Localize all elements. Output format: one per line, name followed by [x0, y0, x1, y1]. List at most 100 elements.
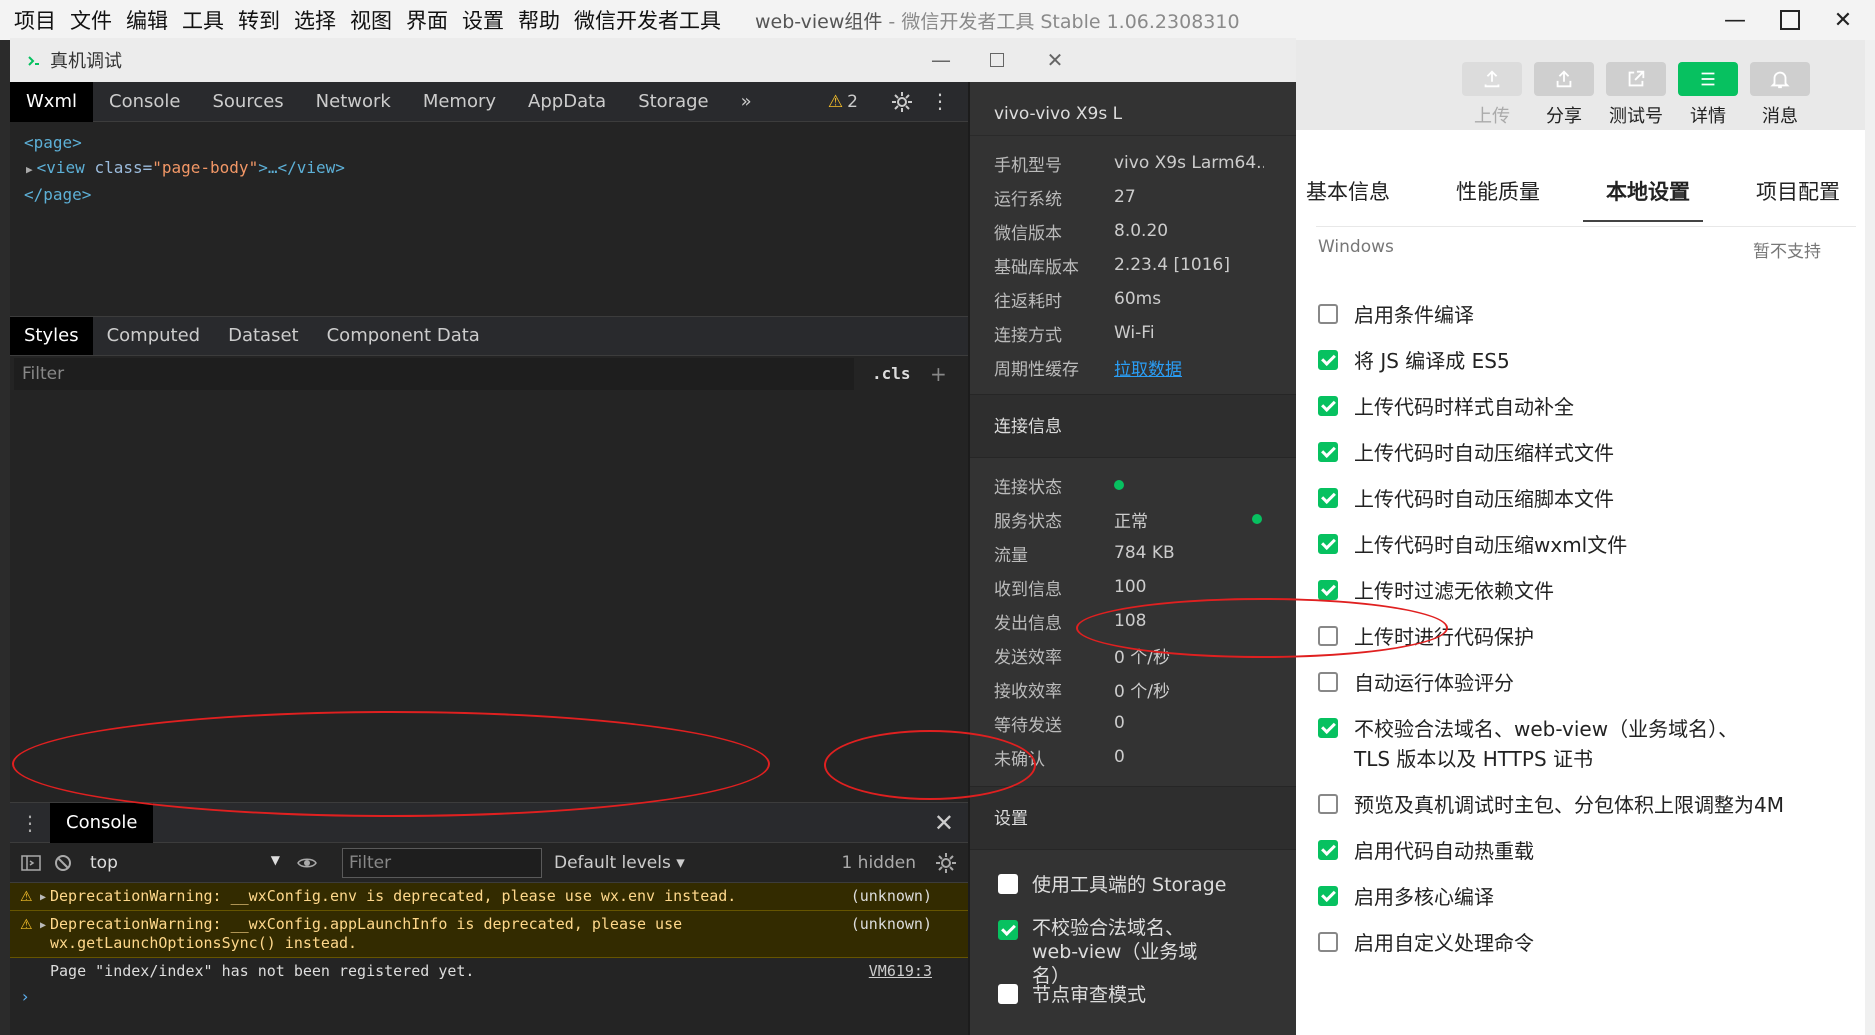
setting-style-autoprefix[interactable]: 上传代码时样式自动补全: [1318, 392, 1818, 438]
device-setting-skip-domain[interactable]: 不校验合法域名、web-view（业务域名）: [970, 916, 1210, 987]
setting-code-protect[interactable]: 上传时进行代码保护: [1318, 622, 1818, 668]
pull-data-link[interactable]: 拉取数据: [1114, 355, 1182, 380]
setting-minify-wxml[interactable]: 上传代码时自动压缩wxml文件: [1318, 530, 1818, 576]
setting-auto-audit[interactable]: 自动运行体验评分: [1318, 668, 1818, 714]
setting-hot-reload[interactable]: 启用代码自动热重载: [1318, 836, 1818, 882]
tab-styles[interactable]: Styles: [10, 317, 93, 355]
setting-skip-domain-check[interactable]: 不校验合法域名、web-view（业务域名）、TLS 版本以及 HTTPS 证书: [1318, 714, 1818, 790]
tab-local-settings[interactable]: 本地设置: [1606, 160, 1690, 220]
expand-triangle-icon[interactable]: ▶: [40, 916, 46, 935]
more-options-icon[interactable]: ⋮: [930, 91, 950, 111]
close-button[interactable]: ✕: [1815, 0, 1871, 40]
menu-interface[interactable]: 界面: [400, 5, 456, 35]
details-button[interactable]: 详情: [1678, 62, 1738, 128]
warning-counter[interactable]: ⚠ 2: [828, 82, 858, 122]
minimize-button[interactable]: —: [1707, 0, 1763, 40]
messages-button[interactable]: 消息: [1750, 62, 1810, 128]
menu-view[interactable]: 视图: [344, 5, 400, 35]
console-message-warning[interactable]: ⚠ ▶ DeprecationWarning: __wxConfig.appLau…: [10, 911, 968, 958]
checkbox[interactable]: [1318, 718, 1338, 738]
node-page-close[interactable]: </page>: [24, 182, 345, 207]
setting-es5[interactable]: 将 JS 编译成 ES5: [1318, 346, 1818, 392]
setting-conditional-compile[interactable]: 启用条件编译: [1318, 300, 1818, 346]
expand-triangle-icon[interactable]: ▶: [40, 888, 46, 907]
test-account-button[interactable]: 测试号: [1606, 62, 1666, 128]
menu-select[interactable]: 选择: [288, 5, 344, 35]
checkbox[interactable]: [1318, 840, 1338, 860]
menu-wechat-devtools[interactable]: 微信开发者工具: [568, 5, 729, 35]
drawer-tab-console[interactable]: Console: [50, 802, 154, 843]
device-setting-storage[interactable]: 使用工具端的 Storage: [970, 870, 1296, 916]
tab-network[interactable]: Network: [300, 82, 407, 122]
checkbox[interactable]: [998, 984, 1018, 1004]
setting-custom-command[interactable]: 启用自定义处理命令: [1318, 928, 1818, 974]
menu-edit[interactable]: 编辑: [120, 5, 176, 35]
setting-filter-unused[interactable]: 上传时过滤无依赖文件: [1318, 576, 1818, 622]
styles-filter-input[interactable]: Filter: [14, 358, 854, 390]
checkbox[interactable]: [1318, 580, 1338, 600]
checkbox[interactable]: [1318, 932, 1338, 952]
menu-help[interactable]: 帮助: [512, 5, 568, 35]
tab-wxml[interactable]: Wxml: [10, 81, 93, 122]
checkbox[interactable]: [998, 920, 1018, 940]
share-button[interactable]: 分享: [1534, 62, 1594, 128]
console-message-log[interactable]: Page "index/index" has not been register…: [10, 958, 968, 985]
menu-project[interactable]: 项目: [0, 5, 64, 35]
checkbox[interactable]: [1318, 442, 1338, 462]
add-rule-button[interactable]: +: [930, 358, 947, 390]
node-page-open[interactable]: <page>: [24, 130, 345, 155]
menu-goto[interactable]: 转到: [232, 5, 288, 35]
tab-sources[interactable]: Sources: [196, 82, 299, 122]
minimize-button[interactable]: —: [914, 38, 968, 82]
drawer-menu-icon[interactable]: ⋮: [10, 811, 50, 835]
checkbox[interactable]: [1318, 886, 1338, 906]
tab-dataset[interactable]: Dataset: [214, 317, 313, 355]
checkbox[interactable]: [998, 874, 1018, 894]
setting-multicore[interactable]: 启用多核心编译: [1318, 882, 1818, 928]
menu-tools[interactable]: 工具: [176, 5, 232, 35]
console-message-warning[interactable]: ⚠ ▶ DeprecationWarning: __wxConfig.env is…: [10, 883, 968, 911]
tab-basic-info[interactable]: 基本信息: [1306, 160, 1390, 220]
checkbox[interactable]: [1318, 672, 1338, 692]
tab-storage[interactable]: Storage: [622, 82, 724, 122]
setting-minify-script[interactable]: 上传代码时自动压缩脚本文件: [1318, 484, 1818, 530]
eye-icon[interactable]: [296, 852, 318, 874]
tab-appdata[interactable]: AppData: [512, 82, 622, 122]
maximize-button[interactable]: [970, 38, 1024, 82]
checkbox[interactable]: [1318, 626, 1338, 646]
log-levels-select[interactable]: Default levels ▾: [554, 853, 685, 873]
tab-project-config[interactable]: 项目配置: [1756, 160, 1840, 220]
tab-memory[interactable]: Memory: [407, 82, 512, 122]
console-filter-input[interactable]: Filter: [342, 847, 542, 878]
checkbox[interactable]: [1318, 488, 1338, 508]
tab-performance[interactable]: 性能质量: [1456, 160, 1540, 220]
gear-icon[interactable]: [890, 90, 914, 114]
console-prompt[interactable]: ›: [10, 987, 968, 1006]
tab-computed[interactable]: Computed: [93, 317, 215, 355]
setting-4m-limit[interactable]: 预览及真机调试时主包、分包体积上限调整为4M: [1318, 790, 1818, 836]
message-source-link[interactable]: VM619:3: [869, 962, 932, 981]
checkbox[interactable]: [1318, 304, 1338, 324]
menu-settings[interactable]: 设置: [456, 5, 512, 35]
expand-triangle-icon[interactable]: ▶: [26, 163, 33, 176]
scrollbar[interactable]: [1865, 40, 1875, 1035]
clear-console-icon[interactable]: [52, 852, 74, 874]
menu-file[interactable]: 文件: [64, 5, 120, 35]
close-button[interactable]: ✕: [1028, 38, 1082, 82]
maximize-button[interactable]: [1762, 0, 1818, 40]
tab-console[interactable]: Console: [93, 82, 196, 122]
checkbox[interactable]: [1318, 350, 1338, 370]
sidebar-toggle-icon[interactable]: [20, 852, 42, 874]
checkbox[interactable]: [1318, 396, 1338, 416]
upload-button[interactable]: 上传: [1462, 62, 1522, 128]
cls-button[interactable]: .cls: [872, 358, 911, 390]
device-setting-inspect[interactable]: 节点审查模式: [970, 980, 1296, 1026]
tab-component-data[interactable]: Component Data: [313, 317, 494, 355]
context-select[interactable]: top ▼: [90, 853, 280, 873]
gear-icon[interactable]: [934, 851, 958, 875]
setting-minify-style[interactable]: 上传代码时自动压缩样式文件: [1318, 438, 1818, 484]
close-drawer-icon[interactable]: ✕: [934, 809, 954, 837]
more-tabs-button[interactable]: »: [725, 82, 768, 122]
checkbox[interactable]: [1318, 794, 1338, 814]
checkbox[interactable]: [1318, 534, 1338, 554]
